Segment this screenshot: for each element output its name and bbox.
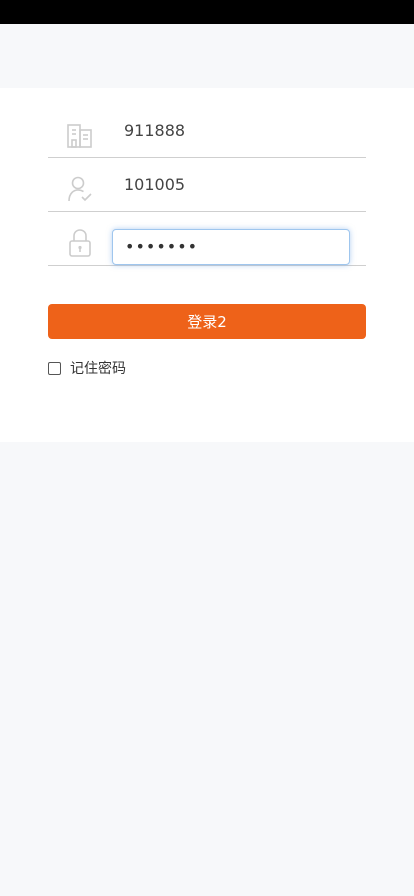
- company-code-row: 911888: [48, 104, 366, 158]
- password-row: •••••••: [48, 212, 366, 266]
- building-icon: [66, 120, 94, 150]
- company-code-field[interactable]: 911888: [124, 104, 185, 158]
- password-input[interactable]: •••••••: [112, 229, 350, 265]
- status-bar: [0, 0, 414, 24]
- top-spacer: [0, 24, 414, 88]
- user-check-icon: [66, 174, 94, 204]
- remember-password[interactable]: 记住密码: [48, 357, 126, 379]
- lock-icon: [66, 228, 94, 258]
- login-button[interactable]: 登录2: [48, 304, 366, 339]
- user-id-row: 101005: [48, 158, 366, 212]
- remember-password-label: 记住密码: [70, 361, 126, 377]
- remember-password-checkbox[interactable]: [48, 361, 61, 375]
- user-id-field[interactable]: 101005: [124, 158, 185, 212]
